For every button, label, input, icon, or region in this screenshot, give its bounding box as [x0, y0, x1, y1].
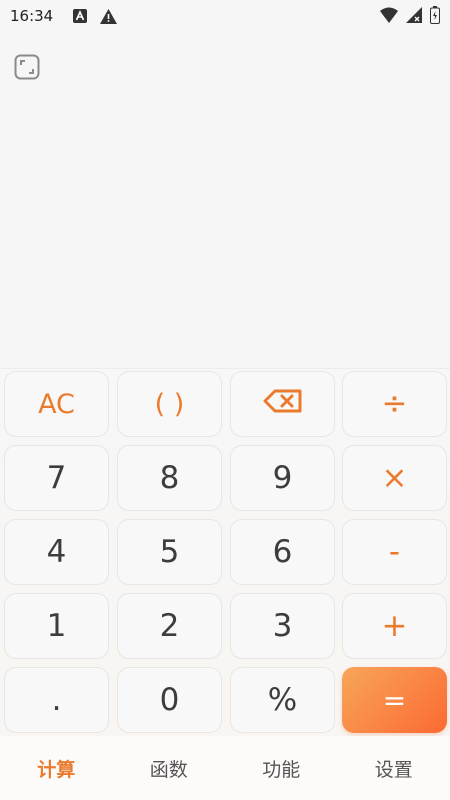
battery-icon: [430, 6, 440, 28]
percent-label: %: [267, 682, 298, 718]
backspace-icon: [263, 389, 303, 420]
status-bar: 16:34: [0, 0, 450, 32]
multiply-label: ×: [381, 460, 408, 496]
decimal-label: .: [51, 682, 62, 718]
digit-8-label: 8: [159, 460, 180, 496]
display-area: [0, 32, 450, 368]
digit-7-label: 7: [46, 460, 67, 496]
subtract-button[interactable]: -: [342, 519, 447, 585]
tab-bar: 计算 函数 功能 设置: [0, 736, 450, 800]
digit-2-button[interactable]: 2: [117, 593, 222, 659]
divide-button[interactable]: ÷: [342, 371, 447, 437]
keypad: AC ( ) ÷ 7 8 9 × 4 5 6 - 1 2 3 +. 0% =: [0, 368, 450, 736]
multiply-button[interactable]: ×: [342, 445, 447, 511]
divide-label: ÷: [381, 386, 408, 422]
a-notification-icon: [71, 7, 89, 25]
status-time: 16:34: [10, 7, 54, 25]
subtract-label: -: [388, 534, 401, 570]
percent-button[interactable]: %: [230, 667, 335, 733]
equals-label: =: [382, 683, 407, 717]
digit-6-button[interactable]: 6: [230, 519, 335, 585]
digit-3-button[interactable]: 3: [230, 593, 335, 659]
decimal-button[interactable]: .: [4, 667, 109, 733]
wifi-icon: [380, 7, 398, 27]
digit-0-label: 0: [159, 682, 180, 718]
digit-3-label: 3: [272, 608, 293, 644]
add-label: +: [381, 608, 408, 644]
digit-1-label: 1: [46, 608, 67, 644]
digit-5-label: 5: [159, 534, 180, 570]
digit-8-button[interactable]: 8: [117, 445, 222, 511]
digit-9-button[interactable]: 9: [230, 445, 335, 511]
digit-0-button[interactable]: 0: [117, 667, 222, 733]
digit-7-button[interactable]: 7: [4, 445, 109, 511]
clear-label: AC: [38, 388, 75, 420]
status-right: [380, 6, 440, 28]
parentheses-label: ( ): [154, 388, 185, 420]
parentheses-button[interactable]: ( ): [117, 371, 222, 437]
digit-5-button[interactable]: 5: [117, 519, 222, 585]
digit-6-label: 6: [272, 534, 293, 570]
warning-icon: [99, 7, 117, 25]
backspace-button[interactable]: [230, 371, 335, 437]
clear-button[interactable]: AC: [4, 371, 109, 437]
digit-4-button[interactable]: 4: [4, 519, 109, 585]
digit-1-button[interactable]: 1: [4, 593, 109, 659]
digit-2-label: 2: [159, 608, 180, 644]
tab-functions[interactable]: 函数: [113, 736, 226, 800]
tab-settings[interactable]: 设置: [338, 736, 450, 800]
digit-4-label: 4: [46, 534, 67, 570]
equals-button[interactable]: =: [342, 667, 447, 733]
expand-icon[interactable]: [12, 52, 42, 82]
digit-9-label: 9: [272, 460, 293, 496]
tab-calculate[interactable]: 计算: [0, 736, 113, 800]
add-button[interactable]: +: [342, 593, 447, 659]
signal-icon: [406, 7, 422, 27]
tab-features[interactable]: 功能: [225, 736, 338, 800]
